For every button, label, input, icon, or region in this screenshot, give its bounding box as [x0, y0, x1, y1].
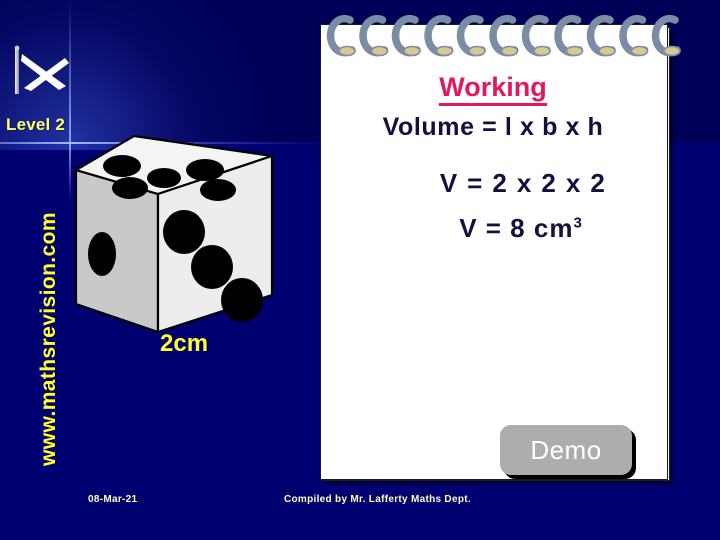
decorative-vertical-line	[69, 0, 71, 200]
footer-credit: Compiled by Mr. Lafferty Maths Dept.	[284, 494, 471, 505]
demo-button[interactable]: Demo	[500, 425, 632, 475]
page-title-text: Working	[439, 72, 547, 106]
formula-line-3-superscript: 3	[573, 214, 583, 232]
dice-cube-icon	[72, 132, 282, 337]
scotland-saltire-flag-icon	[10, 44, 72, 96]
formula-line-1: Volume = l x b x h	[382, 113, 604, 141]
website-label: www.mathsrevision.com	[37, 212, 60, 466]
footer-date: 08-Mar-21	[88, 494, 138, 505]
slide-canvas: Level 2 www.mathsrevision.com 2cm Workin…	[0, 0, 720, 540]
level-label: Level 2	[6, 115, 66, 134]
page-title: Working	[320, 72, 666, 106]
notepad-spiral-binding	[322, 10, 682, 58]
formula-line-2: V = 2 x 2 x 2	[439, 168, 607, 198]
formula-line-3-text: V = 8 cm	[459, 213, 574, 243]
dimension-label: 2cm	[160, 330, 209, 357]
formula-line-3: V = 8 cm3	[348, 213, 694, 244]
